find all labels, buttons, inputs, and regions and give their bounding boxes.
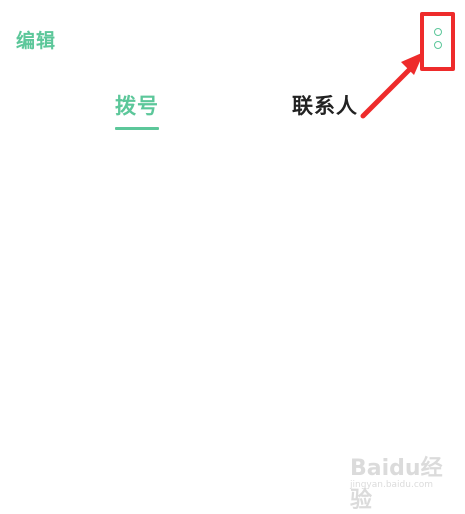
active-tab-indicator [115,127,159,130]
more-vertical-icon [434,28,442,54]
annotation-arrow-icon [360,52,424,119]
edit-button[interactable]: 编辑 [16,26,56,53]
more-dot-bottom [434,41,442,49]
watermark-url: jingyan.baidu.com [350,480,434,490]
more-dot-top [434,28,442,36]
more-options-button[interactable] [420,12,455,71]
tab-contacts[interactable]: 联系人 [292,90,358,120]
tab-dial[interactable]: 拨号 [115,90,159,120]
baidu-watermark: Baidu经验 jingyan.baidu.com [350,450,446,513]
